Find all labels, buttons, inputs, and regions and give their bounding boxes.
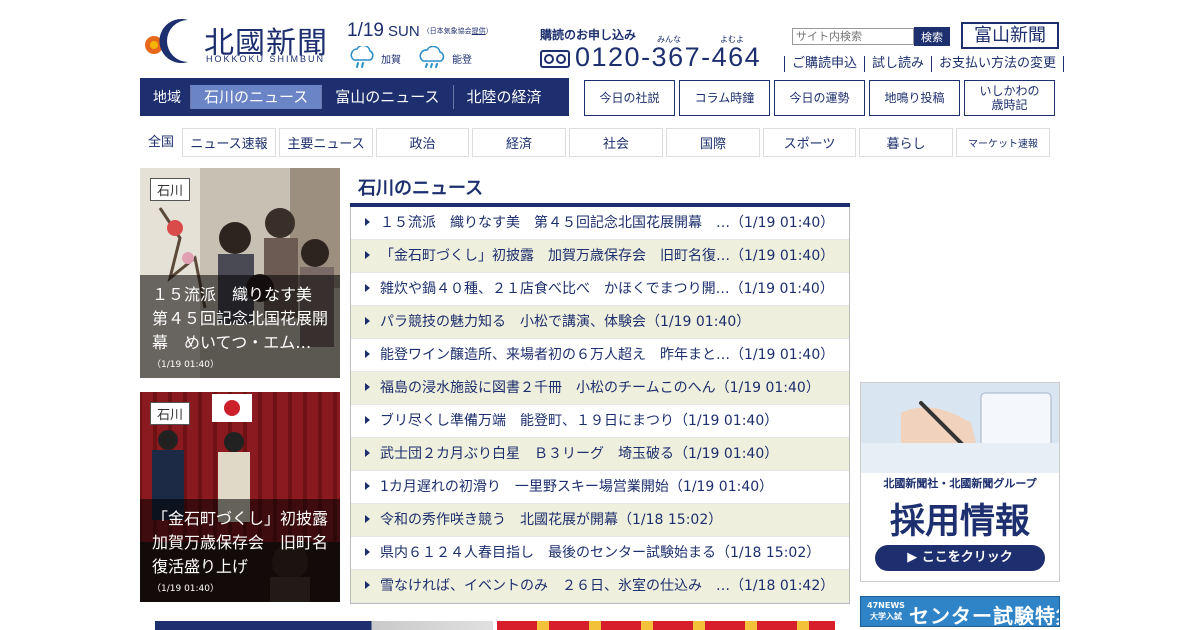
arrow-right-icon: [365, 317, 370, 325]
date-display: 1/19 SUN （日本気象協会提供）: [347, 20, 493, 42]
weather-noto[interactable]: 能登: [418, 46, 472, 70]
news-item[interactable]: １５流派 織りなす美 第４５回記念北国花展開幕 …（1/19 01:40）: [351, 207, 849, 240]
recruit-cta[interactable]: ▶ ここをクリック: [875, 545, 1045, 571]
cat-breaking-news[interactable]: ニュース速報: [182, 128, 276, 157]
arrow-right-icon: [365, 251, 370, 259]
header-links: ご購読申込 試し読み お支払い方法の変更: [784, 56, 1065, 72]
arrow-right-icon: [365, 218, 370, 226]
47news-badge: 47NEWS 大学入試: [867, 601, 905, 621]
news-item[interactable]: 福島の浸水施設に図書２千冊 小松のチームこのへん（1/19 01:40）: [351, 372, 849, 405]
reader-post-button[interactable]: 地鳴り投稿: [869, 80, 960, 116]
trial-read-link[interactable]: 試し読み: [864, 56, 931, 72]
site-logo[interactable]: 北國新聞 HOKKOKU SHIMBUN: [140, 16, 340, 66]
center-exam-banner[interactable]: 47NEWS 大学入試 センター試験特集: [860, 596, 1060, 627]
news-item[interactable]: 武士団２カ月ぶり白星 Ｂ３リーグ 埼玉破る（1/19 01:40）: [351, 438, 849, 471]
cat-politics[interactable]: 政治: [376, 128, 469, 157]
tab-ishikawa-news[interactable]: 石川のニュース: [190, 85, 322, 109]
arrow-right-icon: [365, 416, 370, 424]
hokkoku-logo-icon: [145, 19, 188, 64]
rain-icon: [350, 46, 374, 68]
cat-economy[interactable]: 経済: [472, 128, 566, 157]
search-input[interactable]: [792, 28, 914, 45]
featured-title: 「金石町づくし」初披露 加賀万歳保存会 旧町名復活盛り上げ: [152, 509, 340, 576]
cat-top-news[interactable]: 主要ニュース: [279, 128, 373, 157]
cloud-rain-icon: [419, 46, 445, 68]
cat-international[interactable]: 国際: [666, 128, 760, 157]
date: 1/19: [347, 20, 384, 41]
news-item[interactable]: パラ競技の魅力知る 小松で講演、体験会（1/19 01:40）: [351, 306, 849, 339]
editorial-button[interactable]: 今日の社説: [584, 80, 675, 116]
news-item[interactable]: 雪なければ、イベントのみ ２６日、氷室の仕込み …（1/18 01:42）: [351, 570, 849, 603]
toyama-shimbun-link[interactable]: 富山新聞: [961, 22, 1059, 49]
national-label: 全国: [147, 135, 174, 150]
search-button[interactable]: 検索: [914, 27, 950, 46]
weather-area-label: 能登: [452, 54, 472, 66]
featured-caption: １５流派 織りなす美 第４５回記念北国花展開幕 めいてつ・エム… （1/19 0…: [140, 275, 340, 378]
region-tag: 石川: [150, 178, 191, 201]
region-tag: 石川: [150, 402, 191, 425]
featured-article[interactable]: 石川 「金石町づくし」初披露 加賀万歳保存会 旧町名復活盛り上げ （1/19 0…: [140, 392, 340, 602]
featured-article[interactable]: 石川 １５流派 織りなす美 第４５回記念北国花展開幕 めいてつ・エム… （1/1…: [140, 168, 340, 378]
news-item[interactable]: 能登ワイン醸造所、来場者初の６万人超え 昨年まと…（1/19 01:40）: [351, 339, 849, 372]
arrow-right-icon: [365, 383, 370, 391]
day-of-week: SUN: [387, 23, 420, 40]
arrow-right-icon: [365, 284, 370, 292]
weather-source-link[interactable]: 提供: [472, 28, 486, 35]
category-nav: 全国 ニュース速報 主要ニュース 政治 経済 社会 国際 スポーツ 暮らし マー…: [140, 128, 1053, 157]
payment-change-link[interactable]: お支払い方法の変更: [931, 56, 1065, 72]
cat-society[interactable]: 社会: [569, 128, 663, 157]
weather-kaga[interactable]: 加賀: [347, 46, 401, 70]
arrow-right-icon: [365, 548, 370, 556]
subscribe-link[interactable]: ご購読申込: [784, 56, 864, 72]
featured-caption: 「金石町づくし」初披露 加賀万歳保存会 旧町名復活盛り上げ （1/19 01:4…: [140, 499, 340, 602]
recruit-subtitle: 北國新聞社・北國新聞グループ: [883, 477, 1037, 490]
tab-hokuriku-economy[interactable]: 北陸の経済: [452, 85, 555, 109]
subscription-phone[interactable]: 0120-367-464: [575, 42, 761, 73]
feature-buttons: 今日の社説 コラム時鐘 今日の運勢 地鳴り投稿 いしかわの 歳時記: [584, 80, 1055, 116]
bottom-banner-left[interactable]: [155, 621, 493, 630]
featured-title: １５流派 織りなす美 第４５回記念北国花展開幕 めいてつ・エム…: [152, 285, 329, 352]
free-dial-icon: [540, 50, 570, 68]
featured-date: （1/19 01:40）: [152, 360, 220, 370]
recruit-title: 採用情報: [889, 502, 1030, 542]
column-button[interactable]: コラム時鐘: [679, 80, 770, 116]
region-nav: 地域 石川のニュース 富山のニュース 北陸の経済: [140, 78, 569, 116]
seasonal-calendar-button[interactable]: いしかわの 歳時記: [964, 80, 1055, 116]
cat-sports[interactable]: スポーツ: [763, 128, 856, 157]
news-item[interactable]: 令和の秀作咲き競う 北國花展が開幕（1/18 15:02）: [351, 504, 849, 537]
news-section-title: 石川のニュース: [358, 178, 484, 199]
arrow-right-icon: [365, 449, 370, 457]
arrow-right-icon: [365, 515, 370, 523]
featured-date: （1/19 01:40）: [152, 584, 220, 594]
exam-banner-title: センター試験特集: [909, 604, 1059, 627]
cat-lifestyle[interactable]: 暮らし: [859, 128, 953, 157]
weather-area-label: 加賀: [381, 54, 401, 66]
writing-hand-photo: [861, 383, 1059, 473]
subscribe-label: 購読のお申し込み: [540, 28, 637, 42]
arrow-right-icon: [365, 350, 370, 358]
cat-market[interactable]: マーケット速報: [956, 128, 1050, 157]
weather-source: （日本気象協会提供）: [422, 28, 493, 35]
logo-subtitle: HOKKOKU SHIMBUN: [206, 54, 326, 64]
recruit-banner[interactable]: 北國新聞社・北國新聞グループ 採用情報 ▶ ここをクリック: [860, 382, 1060, 582]
news-list: １５流派 織りなす美 第４５回記念北国花展開幕 …（1/19 01:40） 「金…: [350, 207, 850, 604]
news-item[interactable]: 1カ月遅れの初滑り 一里野スキー場営業開始（1/19 01:40）: [351, 471, 849, 504]
news-item[interactable]: 「金石町づくし」初披露 加賀万歳保存会 旧町名復…（1/19 01:40）: [351, 240, 849, 273]
region-label: 地域: [153, 90, 181, 106]
arrow-right-icon: [365, 482, 370, 490]
arrow-right-icon: [365, 581, 370, 589]
bottom-banner-right[interactable]: [497, 621, 835, 630]
news-item[interactable]: 県内６１２４人春目指し 最後のセンター試験始まる（1/18 15:02）: [351, 537, 849, 570]
news-item[interactable]: ブリ尽くし準備万端 能登町、１９日にまつり（1/19 01:40）: [351, 405, 849, 438]
tab-toyama-news[interactable]: 富山のニュース: [321, 85, 452, 109]
horoscope-button[interactable]: 今日の運勢: [774, 80, 865, 116]
news-item[interactable]: 雑炊や鍋４０種、２１店食べ比べ かほくでまつり開…（1/19 01:40）: [351, 273, 849, 306]
